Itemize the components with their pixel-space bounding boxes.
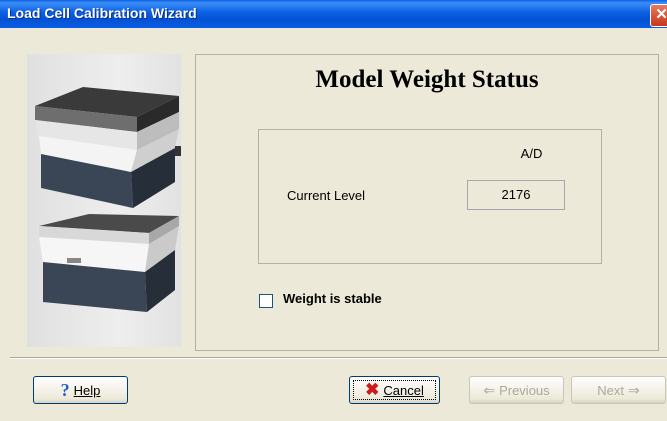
current-level-label: Current Level [287,188,366,203]
help-button-label: Help [73,382,101,398]
close-icon: ✕ [655,6,667,23]
weight-stable-label[interactable]: Weight is stable [283,291,382,306]
device-illustration [35,87,181,312]
wizard-window: Load Cell Calibration Wizard ✕ Model Wei… [0,0,667,421]
separator [10,357,667,359]
device-image-bottom [39,214,179,312]
help-button[interactable]: ? Help [33,376,128,404]
content-panel: Model Weight Status A/D Current Level 21… [195,54,659,351]
question-mark-icon: ? [60,379,70,400]
device-image-top [35,87,181,208]
left-arrow-icon: ⇐ [483,381,496,398]
cancel-button-label: Cancel [383,382,424,398]
red-x-icon: ✖ [365,380,380,399]
ad-column-label: A/D [520,146,543,161]
right-arrow-icon: ⇒ [628,381,640,398]
title-bar[interactable]: Load Cell Calibration Wizard ✕ [0,0,667,28]
next-button-label: Next [597,382,624,398]
cancel-button[interactable]: ✖ Cancel [349,376,440,404]
previous-button[interactable]: ⇐ Previous [469,376,564,404]
window-title: Load Cell Calibration Wizard [7,5,197,21]
device-image-panel [27,54,181,347]
close-button[interactable]: ✕ [650,4,667,27]
readout-group: A/D Current Level 2176 [258,129,602,264]
previous-button-label: Previous [499,382,550,398]
page-title: Model Weight Status [315,66,539,93]
current-level-value: 2176 [467,180,565,210]
weight-stable-checkbox[interactable] [259,294,273,308]
next-button[interactable]: Next ⇒ [571,376,666,404]
